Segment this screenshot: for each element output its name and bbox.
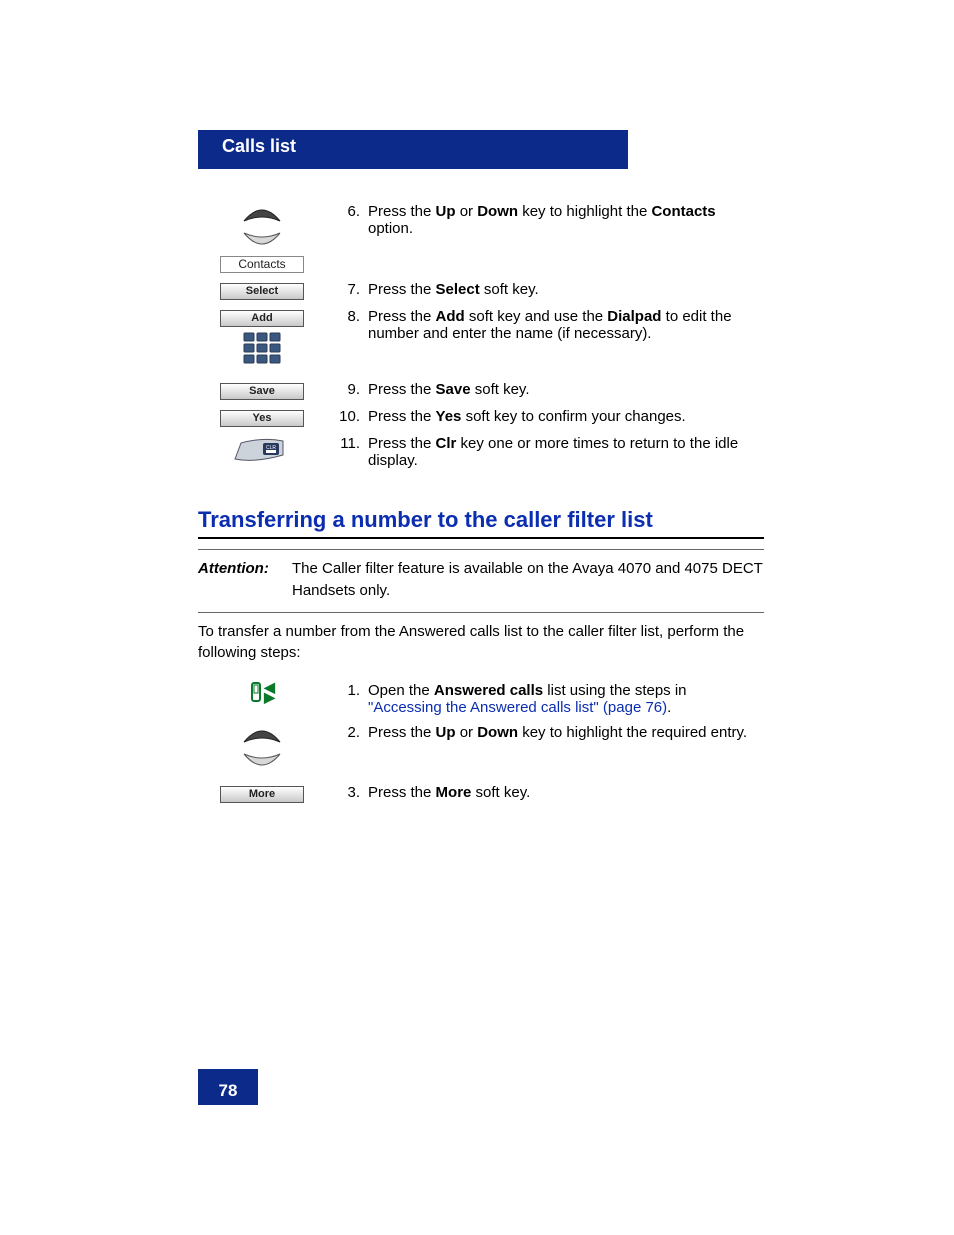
section-header: Calls list	[198, 130, 628, 169]
step-number: 10.	[326, 404, 364, 431]
step-text: Press the Yes soft key to confirm your c…	[364, 404, 764, 431]
step-text: Press the Save soft key.	[364, 377, 764, 404]
step-number: 2.	[326, 720, 364, 780]
nav-up-icon	[240, 203, 284, 225]
step-text: Open the Answered calls list using the s…	[364, 678, 764, 720]
divider	[198, 549, 764, 550]
step-number: 7.	[326, 277, 364, 304]
step-number: 9.	[326, 377, 364, 404]
step-row: Contacts 6. Press the Up or Down key to …	[198, 199, 764, 277]
dialpad-icon	[242, 331, 282, 369]
answered-calls-icon: ◀▶	[249, 682, 275, 702]
step-text: Press the Clr key one or more times to r…	[364, 431, 764, 473]
save-key-label: Save	[220, 383, 304, 400]
step-number: 11.	[326, 431, 364, 473]
attention-text: The Caller filter feature is available o…	[292, 558, 764, 602]
select-key-label: Select	[220, 283, 304, 300]
step-text: Press the Add soft key and use the Dialp…	[364, 304, 764, 377]
cross-ref-link[interactable]: "Accessing the Answered calls list" (pag…	[368, 699, 667, 716]
yes-key-label: Yes	[220, 410, 304, 427]
step-row: Save 9. Press the Save soft key.	[198, 377, 764, 404]
step-row: More 3. Press the More soft key.	[198, 780, 764, 807]
nav-down-icon	[240, 750, 284, 772]
step-text: Press the Select soft key.	[364, 277, 764, 304]
add-key-label: Add	[220, 310, 304, 327]
nav-up-icon	[240, 724, 284, 746]
step-row: CLR 11. Press the Clr key one or more ti…	[198, 431, 764, 473]
step-row: ◀▶ 1. Open the Answered calls list using…	[198, 678, 764, 720]
step-row: Yes 10. Press the Yes soft key to confir…	[198, 404, 764, 431]
attention-block: Attention: The Caller filter feature is …	[198, 558, 764, 602]
divider	[198, 537, 764, 539]
step-row: Select 7. Press the Select soft key.	[198, 277, 764, 304]
steps-section-1: Contacts 6. Press the Up or Down key to …	[198, 199, 764, 473]
step-text: Press the Up or Down key to highlight th…	[364, 199, 764, 277]
steps-section-2: ◀▶ 1. Open the Answered calls list using…	[198, 678, 764, 807]
intro-text: To transfer a number from the Answered c…	[198, 621, 764, 665]
page-number: 78	[198, 1069, 258, 1105]
step-text: Press the More soft key.	[364, 780, 764, 807]
more-key-label: More	[220, 786, 304, 803]
step-row: Add 8. Press the Add soft key and use th…	[198, 304, 764, 377]
clr-key-icon: CLR	[233, 435, 291, 465]
step-number: 6.	[326, 199, 364, 277]
step-number: 8.	[326, 304, 364, 377]
section-title: Transferring a number to the caller filt…	[198, 507, 764, 533]
step-text: Press the Up or Down key to highlight th…	[364, 720, 764, 780]
nav-down-icon	[240, 229, 284, 251]
divider	[198, 612, 764, 613]
attention-label: Attention:	[198, 558, 284, 602]
header-bar: Calls list	[198, 130, 764, 169]
page: Calls list Contacts 6. Press the Up or D…	[0, 0, 954, 1235]
step-row: 2. Press the Up or Down key to highlight…	[198, 720, 764, 780]
step-number: 1.	[326, 678, 364, 720]
contacts-key-label: Contacts	[220, 256, 304, 273]
step-number: 3.	[326, 780, 364, 807]
